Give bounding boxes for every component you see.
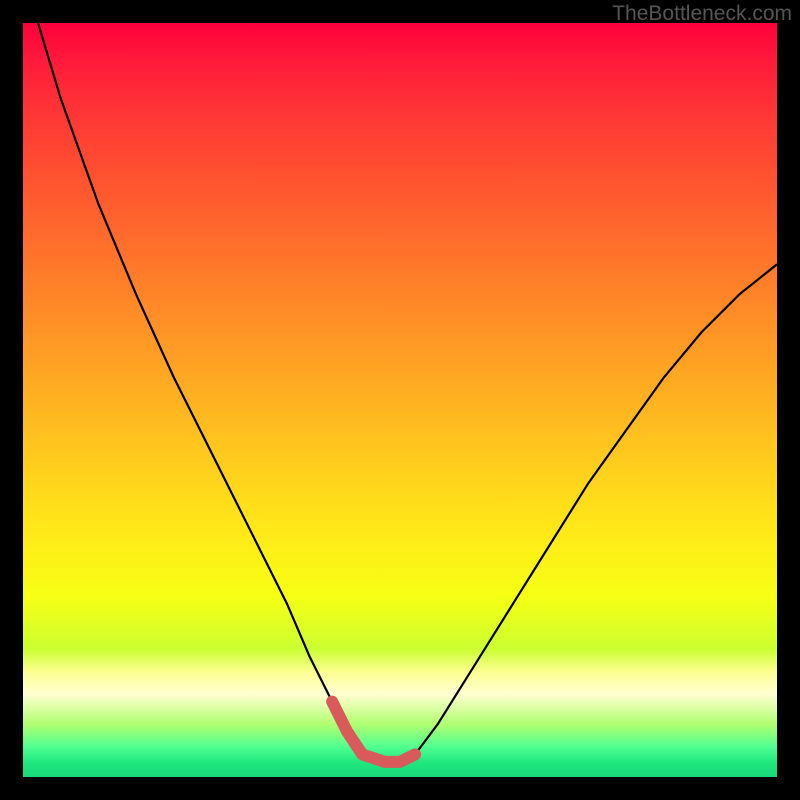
bottleneck-curve-path <box>38 23 777 762</box>
watermark-text: TheBottleneck.com <box>612 2 792 26</box>
optimal-range-path <box>332 702 415 762</box>
chart-container: TheBottleneck.com <box>0 0 800 800</box>
chart-svg <box>23 23 777 777</box>
plot-area <box>23 23 777 777</box>
